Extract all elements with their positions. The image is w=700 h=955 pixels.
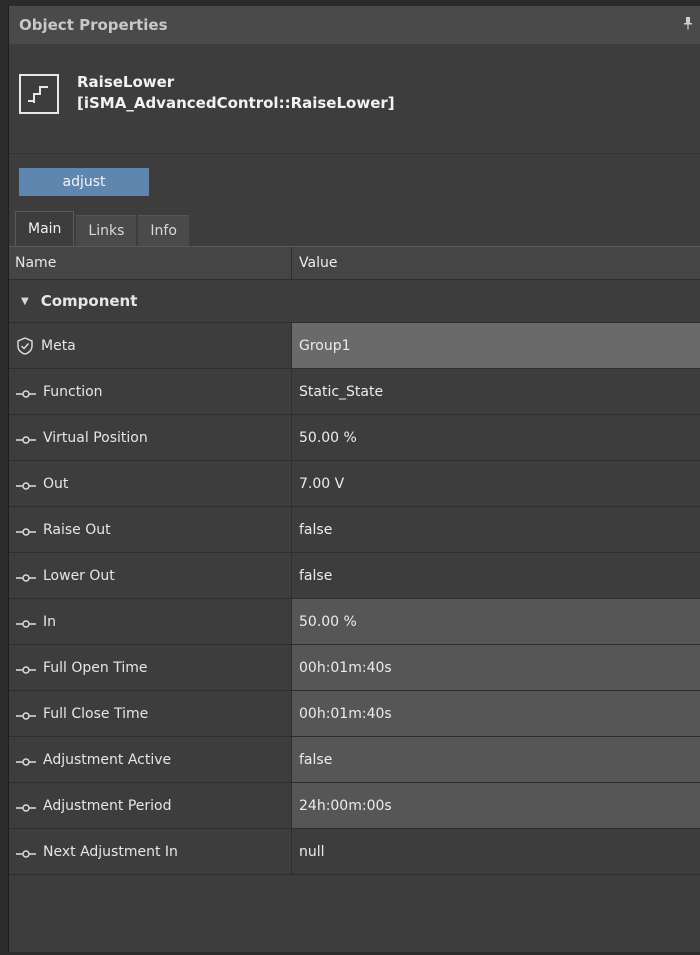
property-row-meta[interactable]: Meta Group1 bbox=[9, 323, 700, 369]
slot-icon bbox=[15, 387, 37, 398]
group-row-component[interactable]: ▼ Component bbox=[9, 280, 700, 323]
property-value[interactable]: false bbox=[291, 737, 700, 782]
property-name: Meta bbox=[41, 337, 76, 354]
shield-check-icon bbox=[15, 336, 35, 356]
property-value[interactable]: Group1 bbox=[291, 323, 700, 368]
property-name: Function bbox=[43, 383, 103, 400]
property-value[interactable]: 00h:01m:40s bbox=[291, 645, 700, 690]
slot-icon bbox=[15, 801, 37, 812]
component-name: RaiseLower bbox=[77, 73, 175, 91]
property-row-out[interactable]: Out 7.00 V bbox=[9, 461, 700, 507]
component-header: RaiseLower [iSMA_AdvancedControl::RaiseL… bbox=[9, 44, 700, 154]
property-row-lower-out[interactable]: Lower Out false bbox=[9, 553, 700, 599]
property-row-function[interactable]: Function Static_State bbox=[9, 369, 700, 415]
property-row-adjustment-active[interactable]: Adjustment Active false bbox=[9, 737, 700, 783]
property-row-adjustment-period[interactable]: Adjustment Period 24h:00m:00s bbox=[9, 783, 700, 829]
property-row-next-adjustment-in[interactable]: Next Adjustment In null bbox=[9, 829, 700, 875]
action-bar: adjust bbox=[9, 154, 700, 200]
column-header-name[interactable]: Name bbox=[9, 247, 291, 279]
column-header-value[interactable]: Value bbox=[291, 247, 700, 279]
slot-icon bbox=[15, 755, 37, 766]
property-row-raise-out[interactable]: Raise Out false bbox=[9, 507, 700, 553]
property-value[interactable]: 50.00 % bbox=[291, 415, 700, 460]
slot-icon bbox=[15, 571, 37, 582]
object-properties-panel: Object Properties RaiseLower [iSMA_Advan… bbox=[8, 6, 700, 952]
property-value[interactable]: 7.00 V bbox=[291, 461, 700, 506]
raise-lower-icon bbox=[19, 74, 59, 114]
property-grid: Name Value ▼ Component Meta Group1 Funct… bbox=[9, 246, 700, 955]
slot-icon bbox=[15, 525, 37, 536]
property-name: In bbox=[43, 613, 57, 630]
panel-titlebar: Object Properties bbox=[9, 6, 700, 44]
tab-info[interactable]: Info bbox=[138, 215, 189, 246]
property-name: Lower Out bbox=[43, 567, 115, 584]
slot-icon bbox=[15, 663, 37, 674]
property-name: Virtual Position bbox=[43, 429, 148, 446]
property-value[interactable]: false bbox=[291, 553, 700, 598]
property-name: Adjustment Active bbox=[43, 751, 172, 768]
slot-icon bbox=[15, 479, 37, 490]
pin-icon[interactable] bbox=[683, 16, 693, 34]
property-name: Next Adjustment In bbox=[43, 843, 178, 860]
property-name: Full Open Time bbox=[43, 659, 148, 676]
group-label: Component bbox=[40, 292, 138, 310]
property-row-full-close-time[interactable]: Full Close Time 00h:01m:40s bbox=[9, 691, 700, 737]
property-value[interactable]: null bbox=[291, 829, 700, 874]
property-value[interactable]: 00h:01m:40s bbox=[291, 691, 700, 736]
property-name: Adjustment Period bbox=[43, 797, 172, 814]
component-type: [iSMA_AdvancedControl::RaiseLower] bbox=[77, 94, 395, 112]
property-row-full-open-time[interactable]: Full Open Time 00h:01m:40s bbox=[9, 645, 700, 691]
property-name: Full Close Time bbox=[43, 705, 149, 722]
property-value[interactable]: 50.00 % bbox=[291, 599, 700, 644]
tab-strip: Main Links Info bbox=[9, 211, 700, 246]
property-value[interactable]: Static_State bbox=[291, 369, 700, 414]
property-name: Out bbox=[43, 475, 69, 492]
panel-title: Object Properties bbox=[19, 16, 168, 34]
slot-icon bbox=[15, 847, 37, 858]
property-value[interactable]: 24h:00m:00s bbox=[291, 783, 700, 828]
property-value[interactable]: false bbox=[291, 507, 700, 552]
property-name: Raise Out bbox=[43, 521, 111, 538]
grid-header-row: Name Value bbox=[9, 247, 700, 280]
adjust-button[interactable]: adjust bbox=[19, 168, 149, 196]
tab-links[interactable]: Links bbox=[76, 215, 137, 246]
tab-main[interactable]: Main bbox=[15, 211, 75, 246]
slot-icon bbox=[15, 709, 37, 720]
slot-icon bbox=[15, 433, 37, 444]
slot-icon bbox=[15, 617, 37, 628]
property-row-virtual-position[interactable]: Virtual Position 50.00 % bbox=[9, 415, 700, 461]
caret-down-icon[interactable]: ▼ bbox=[21, 296, 29, 307]
grid-empty-area bbox=[9, 875, 700, 955]
property-row-in[interactable]: In 50.00 % bbox=[9, 599, 700, 645]
